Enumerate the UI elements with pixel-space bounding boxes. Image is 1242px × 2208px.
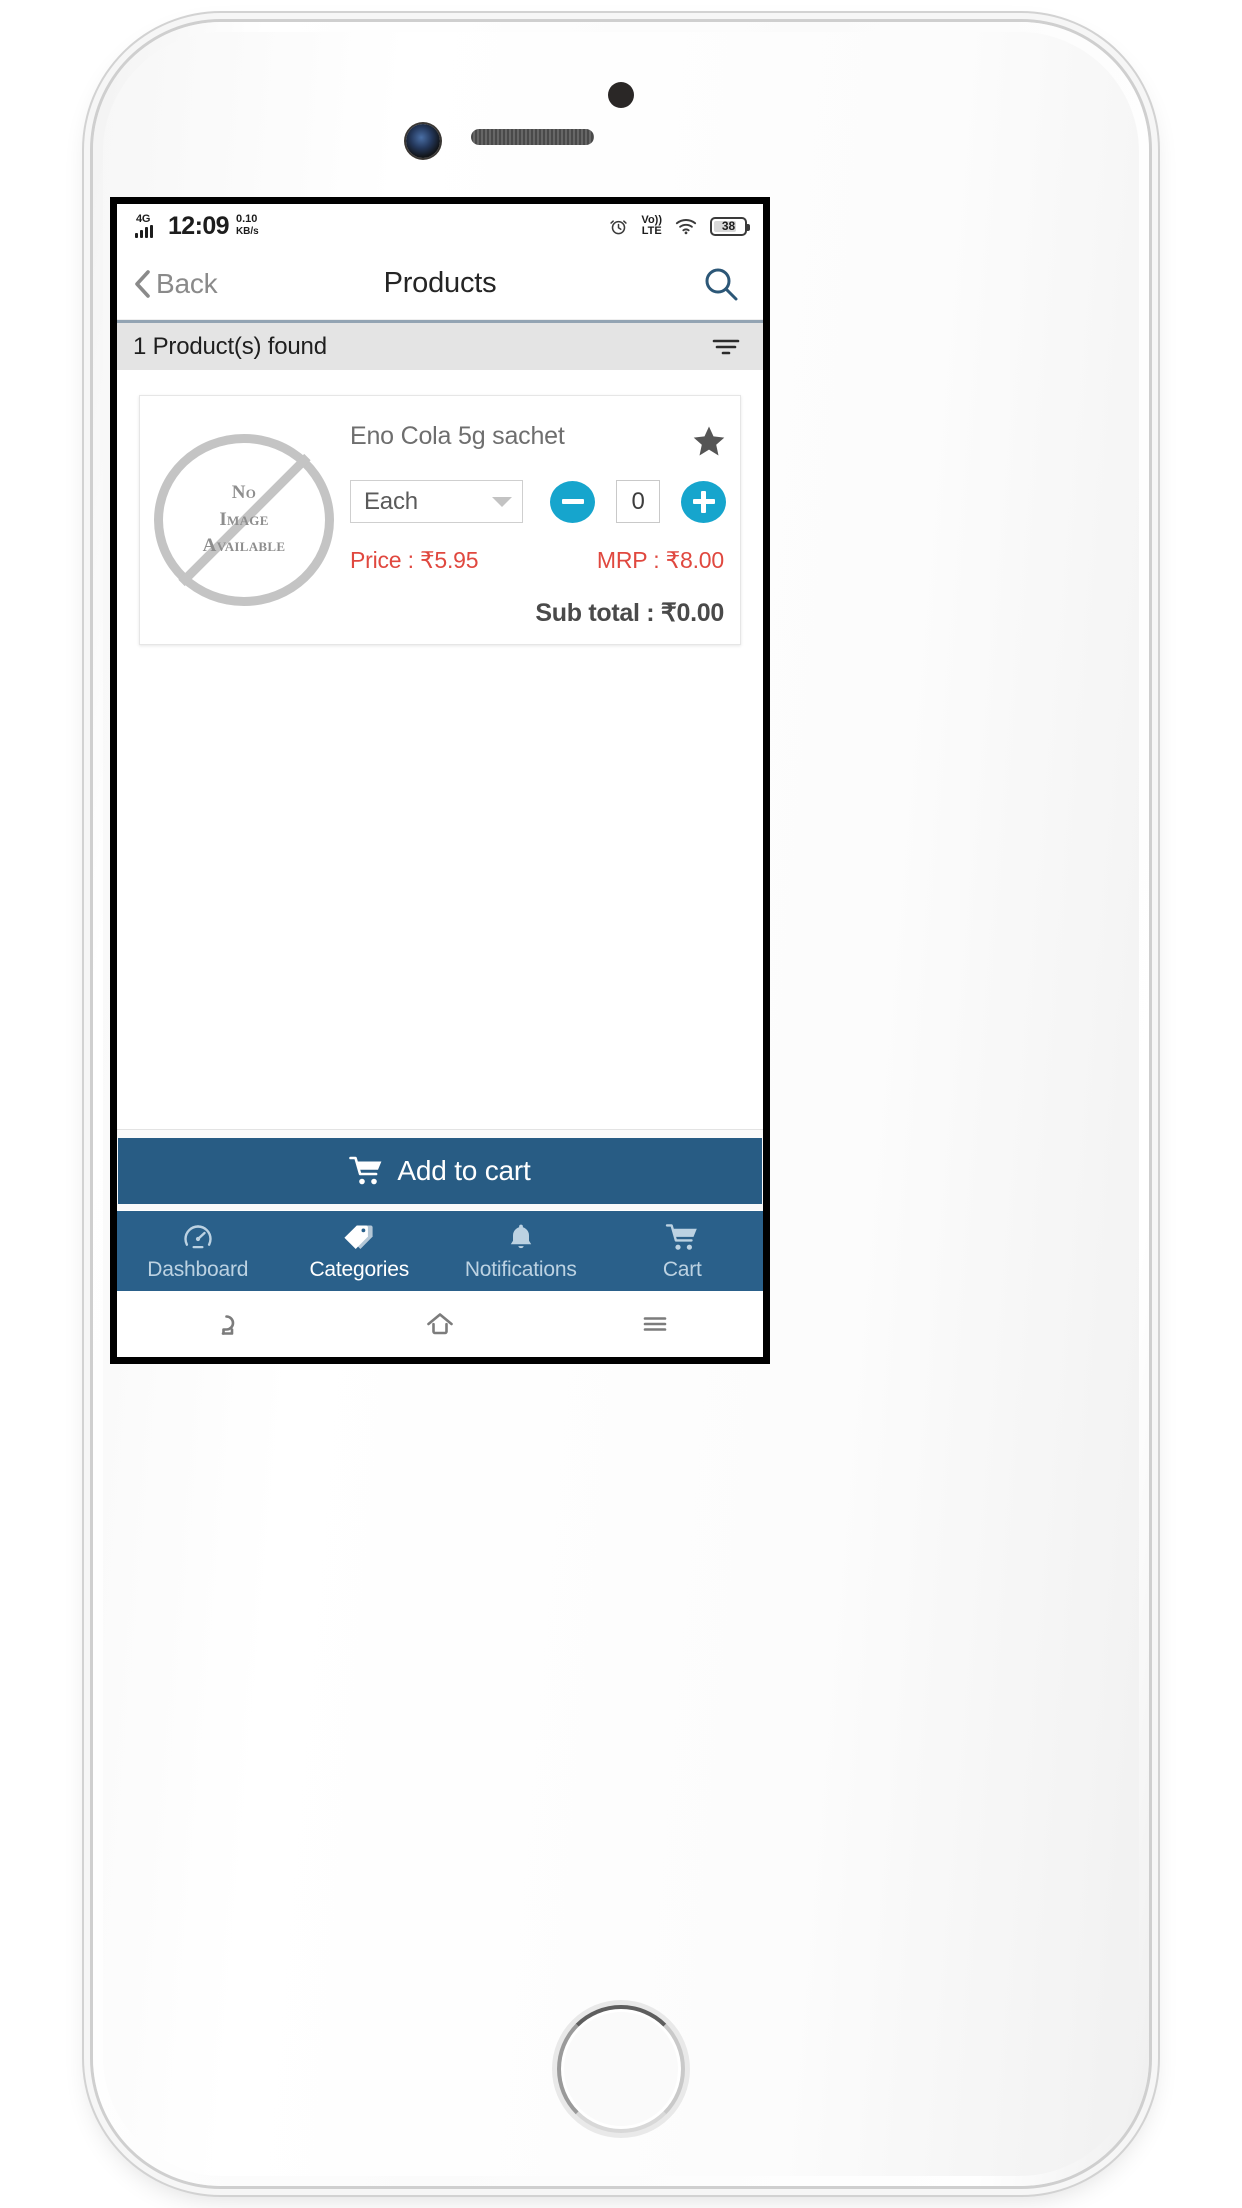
plus-icon	[692, 490, 715, 513]
shopping-cart-icon	[349, 1156, 382, 1185]
android-back-icon	[221, 1315, 234, 1335]
nav-label-cart: Cart	[662, 1257, 702, 1281]
proximity-sensor-icon	[608, 82, 634, 108]
increment-quantity-button[interactable]	[681, 480, 726, 523]
no-image-text: No Image Available	[203, 480, 286, 561]
android-recents-button[interactable]	[548, 1307, 763, 1341]
network-speed-value: 0.10	[235, 213, 258, 226]
nav-item-dashboard[interactable]: Dashboard	[117, 1221, 279, 1282]
signal-bars-icon	[135, 224, 153, 238]
no-image-line-1: No	[231, 481, 257, 503]
nav-item-notifications[interactable]: Notifications	[440, 1221, 602, 1282]
network-type-label: 4G	[136, 212, 151, 225]
chevron-left-icon	[135, 269, 150, 298]
product-card[interactable]: No Image Available Eno Cola 5g sachet Ea…	[139, 395, 741, 645]
status-bar-left: 4G 12:09 0.10 KB/s	[135, 211, 259, 240]
no-image-line-3: Available	[202, 535, 286, 557]
nav-item-cart[interactable]: Cart	[602, 1221, 764, 1282]
decrement-quantity-button[interactable]	[550, 480, 596, 523]
results-count-label: 1 Product(s) found	[133, 332, 327, 360]
network-speed-unit: KB/s	[235, 225, 259, 237]
android-home-button[interactable]	[332, 1307, 547, 1341]
product-info: Eno Cola 5g sachet Each 0 Price: ₹5.95 …	[338, 408, 726, 628]
quantity-input[interactable]: 0	[616, 480, 660, 523]
android-back-button[interactable]	[117, 1307, 332, 1341]
home-button[interactable]	[557, 2005, 685, 2133]
no-image-placeholder-icon: No Image Available	[154, 434, 334, 606]
back-button-label: Back	[156, 267, 218, 299]
nav-label-notifications: Notifications	[464, 1257, 577, 1281]
android-system-navigation	[117, 1291, 763, 1357]
battery-icon: 38	[710, 216, 750, 236]
product-image: No Image Available	[150, 408, 338, 628]
subtotal-row: Sub total : ₹0.00	[350, 598, 726, 628]
back-button[interactable]: Back	[131, 267, 218, 300]
status-bar-clock: 12:09	[168, 211, 230, 240]
quantity-row: Each 0	[350, 480, 726, 523]
status-bar-right: Vo)) LTE 38	[609, 215, 750, 237]
unit-select-value: Each	[364, 487, 418, 515]
tags-icon	[344, 1225, 373, 1249]
unit-select[interactable]: Each	[350, 480, 524, 523]
product-name: Eno Cola 5g sachet	[350, 422, 565, 450]
search-icon	[705, 268, 738, 300]
no-image-line-2: Image	[219, 508, 269, 530]
nav-item-categories[interactable]: Categories	[279, 1221, 441, 1282]
nav-label-categories: Categories	[309, 1257, 410, 1281]
alarm-clock-icon	[610, 219, 628, 234]
bell-icon	[510, 1224, 531, 1248]
price-row: Price : ₹5.95 MRP : ₹8.00	[350, 547, 726, 574]
shopping-cart-icon	[666, 1223, 698, 1250]
network-speed-indicator: 0.10 KB/s	[236, 214, 259, 238]
phone-screen: 4G 12:09 0.10 KB/s Vo)) LTE 38 Back Prod…	[117, 204, 763, 1357]
screen-bezel: 4G 12:09 0.10 KB/s Vo)) LTE 38 Back Prod…	[110, 197, 770, 1364]
android-menu-icon	[644, 1317, 667, 1331]
app-header: Back Products	[117, 248, 763, 320]
volte-line-2: LTE	[641, 225, 662, 237]
product-title-row: Eno Cola 5g sachet	[350, 408, 726, 458]
star-filled-icon[interactable]	[692, 424, 726, 458]
product-list: No Image Available Eno Cola 5g sachet Ea…	[117, 370, 763, 1129]
product-price: Price : ₹5.95	[350, 547, 479, 573]
nav-label-dashboard: Dashboard	[147, 1257, 249, 1281]
product-subtotal: Sub total : ₹0.00	[535, 599, 724, 627]
add-to-cart-button[interactable]: Add to cart	[118, 1138, 762, 1204]
add-to-cart-bar: Add to cart	[117, 1129, 763, 1210]
bottom-navigation: Dashboard Categories Notifications Cart	[117, 1210, 763, 1291]
earpiece-speaker	[471, 129, 594, 145]
cellular-signal-icon: 4G	[135, 212, 161, 239]
status-bar: 4G 12:09 0.10 KB/s Vo)) LTE 38	[117, 204, 763, 248]
results-filter-bar: 1 Product(s) found	[117, 320, 763, 370]
battery-level-label: 38	[721, 219, 736, 233]
android-home-icon	[427, 1313, 453, 1335]
front-camera-icon	[406, 124, 440, 158]
chevron-down-icon	[492, 496, 513, 507]
add-to-cart-label: Add to cart	[397, 1155, 531, 1186]
speedometer-icon	[184, 1224, 212, 1248]
volte-icon: Vo)) LTE	[641, 215, 662, 237]
search-button[interactable]	[701, 264, 741, 304]
filter-icon[interactable]	[711, 336, 741, 358]
wifi-icon	[675, 218, 697, 234]
product-mrp: MRP : ₹8.00	[596, 547, 724, 573]
minus-icon	[561, 491, 584, 513]
